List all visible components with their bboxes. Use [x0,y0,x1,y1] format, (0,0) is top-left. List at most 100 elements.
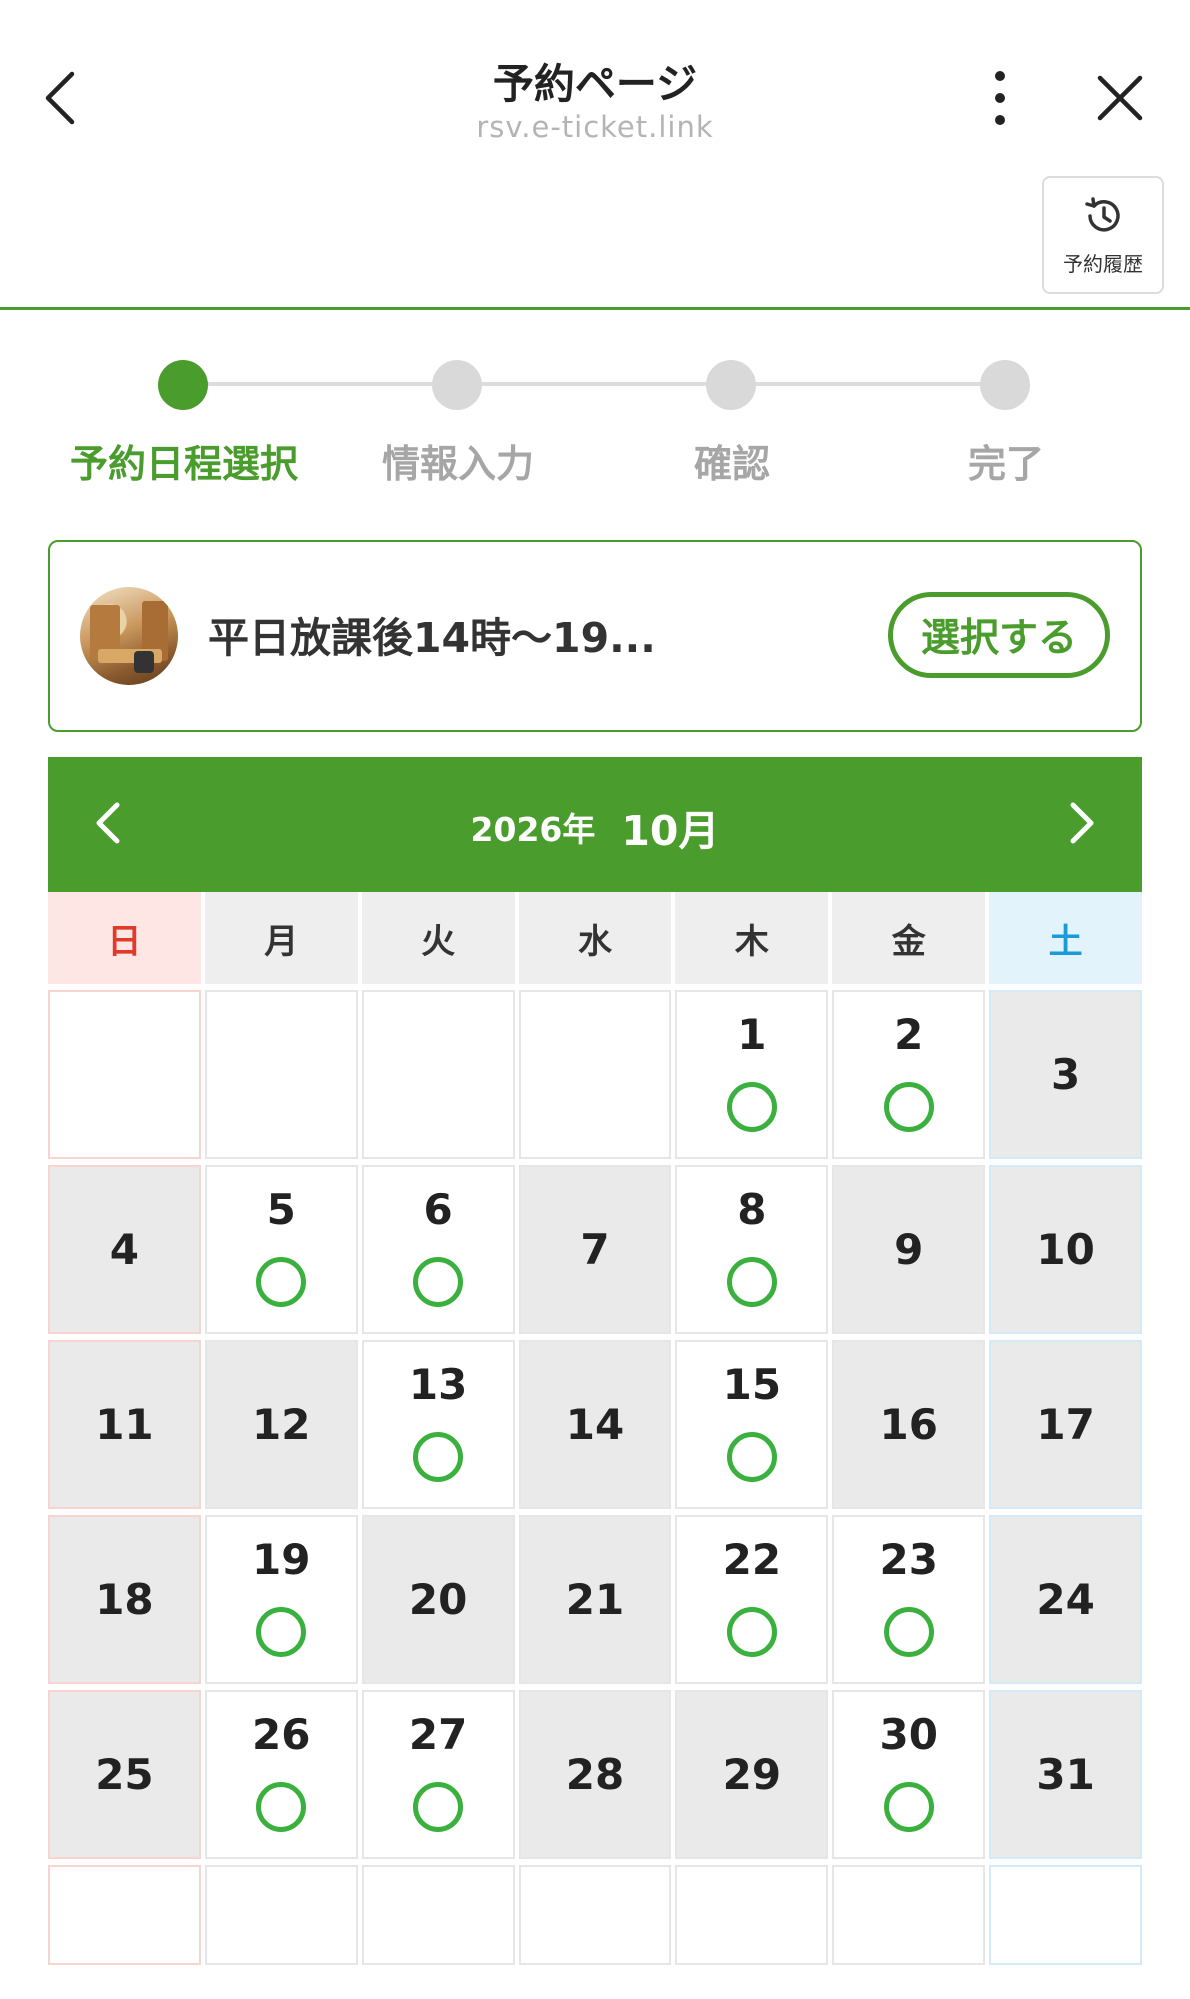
plan-thumbnail [80,587,178,685]
calendar-empty-cell [518,990,672,1159]
available-circle-icon [256,1781,307,1832]
day-number: 26 [252,1709,311,1759]
calendar-day-6[interactable]: 6 [361,1165,515,1334]
step-dot-info [432,360,482,410]
day-number: 4 [109,1224,140,1274]
available-circle-icon [256,1256,307,1307]
calendar-day-15[interactable]: 15 [675,1340,829,1509]
day-number: 21 [565,1574,625,1624]
calendar-grid: 日 月 火 水 木 金 土 1 2 3 4 5 6 7 8 9 10 11 12 13 14 15 16 17 1… [48,892,1142,1965]
weekday-mon: 月 [204,892,358,984]
calendar-day-7: 7 [518,1165,672,1334]
day-number: 10 [1036,1224,1095,1274]
calendar-day-27[interactable]: 27 [361,1690,515,1859]
close-button[interactable] [1085,65,1155,135]
calendar-day-3: 3 [989,990,1142,1159]
calendar-day-17: 17 [989,1340,1142,1509]
calendar-day-18: 18 [48,1515,201,1684]
available-circle-icon [413,1256,464,1307]
step-dot-confirm [706,360,756,410]
reservation-history-button[interactable]: 予約履歴 [1042,176,1164,294]
calendar-day-26[interactable]: 26 [204,1690,358,1859]
day-number: 31 [1036,1749,1095,1799]
chevron-right-icon [1067,801,1097,849]
calendar-day-1[interactable]: 1 [675,990,829,1159]
calendar-day-21: 21 [518,1515,672,1684]
step-label-info: 情報入力 [381,442,534,486]
day-number: 30 [879,1709,938,1759]
calendar-day-28: 28 [518,1690,672,1859]
weekday-thu: 木 [675,892,829,984]
header-divider [0,307,1190,310]
calendar-month-title: 2026年 10月 [48,797,1142,857]
day-number: 13 [408,1359,468,1409]
step-label-complete: 完了 [967,442,1044,486]
day-number: 27 [408,1709,468,1759]
available-circle-icon [726,1431,777,1482]
day-number: 18 [95,1574,154,1624]
step-connector [733,382,1005,386]
day-number: 25 [95,1749,154,1799]
calendar-day-9: 9 [832,1165,986,1334]
calendar-day-5[interactable]: 5 [204,1165,358,1334]
calendar-day-8[interactable]: 8 [675,1165,829,1334]
day-number: 12 [252,1399,311,1449]
calendar-empty-cell [361,990,515,1159]
weekday-fri: 金 [832,892,986,984]
next-month-button[interactable] [1044,787,1120,863]
available-circle-icon [256,1606,307,1657]
available-circle-icon [883,1606,934,1657]
calendar-day-23[interactable]: 23 [832,1515,986,1684]
calendar-day-25: 25 [48,1690,201,1859]
calendar-day-11: 11 [48,1340,201,1509]
day-number: 11 [95,1399,154,1449]
calendar-empty-cell [989,1865,1142,1965]
step-connector [459,382,733,386]
calendar-empty-cell [48,1865,201,1965]
calendar-day-31: 31 [989,1690,1142,1859]
day-number: 19 [252,1534,311,1584]
top-bar: 予約ページ rsv.e-ticket.link 予約履歴 [0,0,1190,310]
step-dot-schedule [158,360,208,410]
calendar-empty-cell [675,1865,829,1965]
weekday-sat: 土 [989,892,1142,984]
calendar-day-10: 10 [989,1165,1142,1334]
day-number: 2 [894,1009,924,1059]
history-label: 予約履歴 [1063,251,1143,276]
available-circle-icon [726,1081,777,1132]
more-button[interactable] [975,65,1025,135]
day-number: 6 [423,1184,453,1234]
calendar-empty-cell [832,1865,986,1965]
step-label-confirm: 確認 [693,442,770,486]
calendar-month: 10月 [621,807,720,855]
select-plan-button[interactable]: 選択する [888,592,1110,678]
calendar-day-2[interactable]: 2 [832,990,986,1159]
available-circle-icon [883,1081,934,1132]
calendar-day-30[interactable]: 30 [832,1690,986,1859]
more-vertical-icon [994,70,1006,130]
calendar-empty-cell [518,1865,672,1965]
day-number: 15 [722,1359,782,1409]
day-number: 14 [565,1399,625,1449]
calendar-day-16: 16 [832,1340,986,1509]
available-circle-icon [883,1781,934,1832]
weekday-tue: 火 [361,892,515,984]
day-number: 22 [722,1534,782,1584]
calendar-empty-cell [48,990,201,1159]
progress-stepper: 予約日程選択 情報入力 確認 完了 [0,355,1190,495]
calendar-year: 2026年 [470,810,596,849]
history-icon [1081,194,1125,242]
plan-card: 平日放課後14時〜19... 選択する [48,540,1142,732]
day-number: 28 [565,1749,625,1799]
plan-name: 平日放課後14時〜19... [208,614,656,662]
calendar-day-13[interactable]: 13 [361,1340,515,1509]
step-dot-complete [980,360,1030,410]
available-circle-icon [413,1781,464,1832]
step-label-schedule: 予約日程選択 [69,442,298,486]
calendar-day-14: 14 [518,1340,672,1509]
day-number: 29 [722,1749,782,1799]
available-circle-icon [726,1256,777,1307]
calendar-day-19[interactable]: 19 [204,1515,358,1684]
available-circle-icon [726,1606,777,1657]
calendar-day-22[interactable]: 22 [675,1515,829,1684]
